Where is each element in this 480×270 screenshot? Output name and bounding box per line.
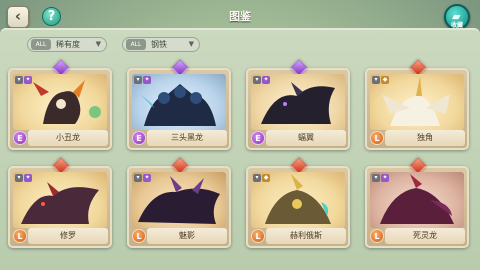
grade-badge: L bbox=[370, 131, 384, 145]
type-icon: ▾ bbox=[372, 174, 380, 182]
card-badges: ▾ ✦ bbox=[134, 174, 152, 182]
card-badges: ▾ ✦ bbox=[134, 76, 152, 84]
type-icon: ▾ bbox=[372, 76, 380, 84]
grade-badge: L bbox=[251, 229, 265, 243]
filter-tag: ALL bbox=[126, 39, 146, 50]
card-badges: ▾ ✦ bbox=[15, 76, 33, 84]
card-badges: ▾ ◆ bbox=[253, 174, 271, 182]
element-icon: ✦ bbox=[262, 76, 270, 84]
grade-badge: E bbox=[132, 131, 146, 145]
element-icon: ✦ bbox=[381, 174, 389, 182]
collection-panel: ALL 稀有度 ▼ ALL 钢铁 ▼ ▾✦ E 小丑龙 ▾✦ E 三头黑龙 bbox=[0, 28, 480, 270]
dragon-name: 蝠翼 bbox=[266, 130, 346, 146]
game-screen: ‹ ? 图鉴 ▰ 收藏 ALL 稀有度 ▼ ALL 钢铁 ▼ ▾✦ E 小丑龙 bbox=[0, 0, 480, 270]
dragon-name: 小丑龙 bbox=[28, 130, 108, 146]
grade-badge: L bbox=[370, 229, 384, 243]
dragon-card[interactable]: ▾ ◆ L 赫利俄斯 bbox=[246, 157, 350, 248]
dragon-card[interactable]: ▾ ✦ E 三头黑龙 bbox=[127, 59, 231, 150]
chevron-down-icon: ▼ bbox=[95, 40, 101, 48]
element-filter-label: 钢铁 bbox=[151, 40, 167, 49]
type-icon: ▾ bbox=[15, 76, 23, 84]
element-icon: ✦ bbox=[143, 174, 151, 182]
card-badges: ▾ ✦ bbox=[15, 174, 33, 182]
element-icon: ✦ bbox=[143, 76, 151, 84]
card-badges: ▾ ✦ bbox=[372, 174, 390, 182]
card-badges: ▾ ◆ bbox=[372, 76, 390, 84]
dragon-card[interactable]: ▾ ✦ L 修罗 bbox=[8, 157, 112, 248]
grade-badge: L bbox=[13, 229, 27, 243]
element-filter[interactable]: ALL 钢铁 ▼ bbox=[122, 37, 200, 52]
element-icon: ◆ bbox=[262, 174, 270, 182]
card-badges: ▾ ✦ bbox=[253, 76, 271, 84]
collection-button[interactable]: ▰ 收藏 bbox=[444, 4, 470, 30]
dragon-card[interactable]: ▾ ✦ E 小丑龙 bbox=[8, 59, 112, 150]
dragon-name: 三头黑龙 bbox=[147, 130, 227, 146]
grade-badge: L bbox=[132, 229, 146, 243]
dragon-card[interactable]: ▾ ✦ L 死灵龙 bbox=[365, 157, 469, 248]
dragon-name: 修罗 bbox=[28, 228, 108, 244]
dragon-card[interactable]: ▾ ✦ E 蝠翼 bbox=[246, 59, 350, 150]
type-icon: ▾ bbox=[253, 174, 261, 182]
dragon-name: 死灵龙 bbox=[385, 228, 465, 244]
filter-tag: ALL bbox=[31, 39, 51, 50]
type-icon: ▾ bbox=[15, 174, 23, 182]
dragon-name: 赫利俄斯 bbox=[266, 228, 346, 244]
rarity-filter-label: 稀有度 bbox=[56, 40, 80, 49]
dragon-card[interactable]: ▾ ◆ L 独角 bbox=[365, 59, 469, 150]
grade-badge: E bbox=[251, 131, 265, 145]
grade-badge: E bbox=[13, 131, 27, 145]
chevron-down-icon: ▼ bbox=[188, 40, 194, 48]
element-icon: ✦ bbox=[24, 76, 32, 84]
page-title: 图鉴 bbox=[229, 10, 251, 23]
type-icon: ▾ bbox=[253, 76, 261, 84]
element-icon: ◆ bbox=[381, 76, 389, 84]
type-icon: ▾ bbox=[134, 76, 142, 84]
dragon-card[interactable]: ▾ ✦ L 魅影 bbox=[127, 157, 231, 248]
dragon-name: 魅影 bbox=[147, 228, 227, 244]
rarity-filter[interactable]: ALL 稀有度 ▼ bbox=[27, 37, 107, 52]
type-icon: ▾ bbox=[134, 174, 142, 182]
element-icon: ✦ bbox=[24, 174, 32, 182]
dragon-name: 独角 bbox=[385, 130, 465, 146]
